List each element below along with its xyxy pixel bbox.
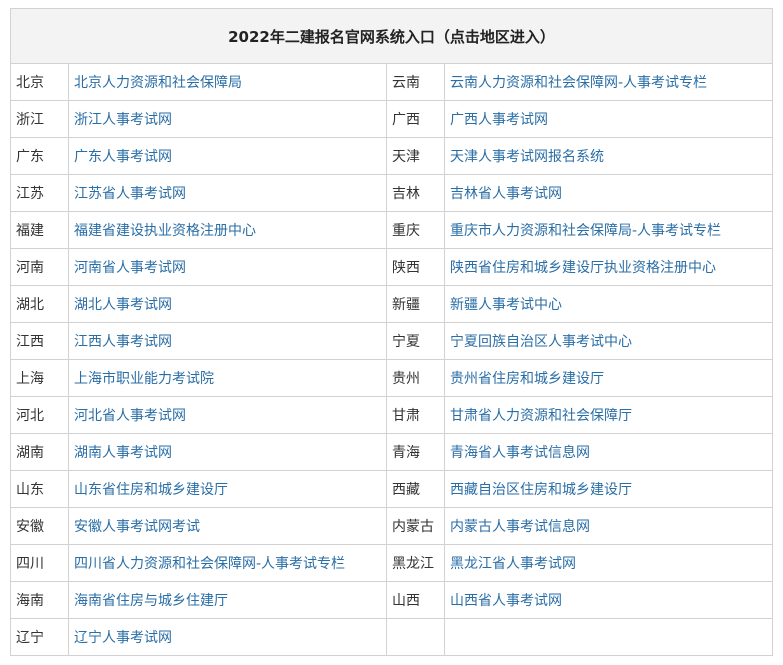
region-link[interactable]: 山西省人事考试网 [443, 581, 774, 619]
region-link[interactable]: 贵州省住房和城乡建设厅 [443, 359, 774, 397]
region-name-cell: 陕西 [386, 248, 445, 286]
table-row: 四川 四川省人力资源和社会保障网-人事考试专栏 黑龙江 黑龙江省人事考试网 [10, 544, 774, 582]
region-link[interactable]: 重庆市人力资源和社会保障局-人事考试专栏 [443, 211, 774, 249]
empty-cell [386, 618, 445, 656]
region-name-cell: 青海 [386, 433, 445, 471]
region-name-cell: 河北 [10, 396, 69, 434]
region-link[interactable]: 山东省住房和城乡建设厅 [68, 470, 387, 508]
region-link[interactable]: 上海市职业能力考试院 [68, 359, 387, 397]
region-link[interactable]: 广东人事考试网 [68, 137, 387, 175]
region-link[interactable]: 河北省人事考试网 [68, 396, 387, 434]
region-link[interactable]: 青海省人事考试信息网 [443, 433, 774, 471]
region-name-cell: 安徽 [10, 507, 69, 545]
region-name-cell: 重庆 [386, 211, 445, 249]
table-row: 海南 海南省住房与城乡住建厅 山西 山西省人事考试网 [10, 581, 774, 619]
region-link[interactable]: 河南省人事考试网 [68, 248, 387, 286]
region-name-cell: 广西 [386, 100, 445, 138]
region-name-cell: 广东 [10, 137, 69, 175]
region-link[interactable]: 湖南人事考试网 [68, 433, 387, 471]
table-row: 河北 河北省人事考试网 甘肃 甘肃省人力资源和社会保障厅 [10, 396, 774, 434]
table-row: 湖北 湖北人事考试网 新疆 新疆人事考试中心 [10, 285, 774, 323]
region-name-cell: 吉林 [386, 174, 445, 212]
table-row: 浙江 浙江人事考试网 广西 广西人事考试网 [10, 100, 774, 138]
region-link[interactable]: 四川省人力资源和社会保障网-人事考试专栏 [68, 544, 387, 582]
region-link[interactable]: 天津人事考试网报名系统 [443, 137, 774, 175]
region-name-cell: 辽宁 [10, 618, 69, 656]
region-link[interactable]: 云南人力资源和社会保障网-人事考试专栏 [443, 63, 774, 101]
table-row: 北京 北京人力资源和社会保障局 云南 云南人力资源和社会保障网-人事考试专栏 [10, 63, 774, 101]
region-link[interactable]: 福建省建设执业资格注册中心 [68, 211, 387, 249]
region-name-cell: 江苏 [10, 174, 69, 212]
region-name-cell: 内蒙古 [386, 507, 445, 545]
region-name-cell: 天津 [386, 137, 445, 175]
table-row: 江苏 江苏省人事考试网 吉林 吉林省人事考试网 [10, 174, 774, 212]
region-name-cell: 湖北 [10, 285, 69, 323]
table-row: 湖南 湖南人事考试网 青海 青海省人事考试信息网 [10, 433, 774, 471]
region-name-cell: 贵州 [386, 359, 445, 397]
region-name-cell: 山西 [386, 581, 445, 619]
region-link[interactable]: 北京人力资源和社会保障局 [68, 63, 387, 101]
table-header-row: 2022年二建报名官网系统入口（点击地区进入） [9, 8, 774, 64]
table-row: 江西 江西人事考试网 宁夏 宁夏回族自治区人事考试中心 [10, 322, 774, 360]
region-link[interactable]: 江苏省人事考试网 [68, 174, 387, 212]
region-link[interactable]: 内蒙古人事考试信息网 [443, 507, 774, 545]
region-name-cell: 湖南 [10, 433, 69, 471]
region-link[interactable]: 新疆人事考试中心 [443, 285, 774, 323]
region-name-cell: 黑龙江 [386, 544, 445, 582]
region-name-cell: 福建 [10, 211, 69, 249]
region-link[interactable]: 黑龙江省人事考试网 [443, 544, 774, 582]
region-link[interactable]: 辽宁人事考试网 [68, 618, 387, 656]
empty-cell [443, 618, 774, 656]
region-name-cell: 西藏 [386, 470, 445, 508]
table-title: 2022年二建报名官网系统入口（点击地区进入） [9, 8, 774, 64]
region-name-cell: 浙江 [10, 100, 69, 138]
table-row: 广东 广东人事考试网 天津 天津人事考试网报名系统 [10, 137, 774, 175]
table-row: 上海 上海市职业能力考试院 贵州 贵州省住房和城乡建设厅 [10, 359, 774, 397]
table-row: 安徽 安徽人事考试网考试 内蒙古 内蒙古人事考试信息网 [10, 507, 774, 545]
region-link[interactable]: 广西人事考试网 [443, 100, 774, 138]
region-link[interactable]: 浙江人事考试网 [68, 100, 387, 138]
region-link[interactable]: 吉林省人事考试网 [443, 174, 774, 212]
table-row: 河南 河南省人事考试网 陕西 陕西省住房和城乡建设厅执业资格注册中心 [10, 248, 774, 286]
region-name-cell: 宁夏 [386, 322, 445, 360]
table-row: 山东 山东省住房和城乡建设厅 西藏 西藏自治区住房和城乡建设厅 [10, 470, 774, 508]
registration-entry-table: 2022年二建报名官网系统入口（点击地区进入） 北京 北京人力资源和社会保障局 云南… [9, 8, 774, 656]
table-row: 辽宁 辽宁人事考试网 [10, 618, 774, 656]
table-body: 北京 北京人力资源和社会保障局 云南 云南人力资源和社会保障网-人事考试专栏 浙江 浙江人… [10, 63, 774, 656]
region-link[interactable]: 海南省住房与城乡住建厅 [68, 581, 387, 619]
region-link[interactable]: 安徽人事考试网考试 [68, 507, 387, 545]
region-link[interactable]: 宁夏回族自治区人事考试中心 [443, 322, 774, 360]
region-name-cell: 云南 [386, 63, 445, 101]
region-link[interactable]: 甘肃省人力资源和社会保障厅 [443, 396, 774, 434]
table-row: 福建 福建省建设执业资格注册中心 重庆 重庆市人力资源和社会保障局-人事考试专栏 [10, 211, 774, 249]
region-name-cell: 四川 [10, 544, 69, 582]
region-link[interactable]: 陕西省住房和城乡建设厅执业资格注册中心 [443, 248, 774, 286]
region-name-cell: 河南 [10, 248, 69, 286]
region-link[interactable]: 西藏自治区住房和城乡建设厅 [443, 470, 774, 508]
region-name-cell: 江西 [10, 322, 69, 360]
page: 2022年二建报名官网系统入口（点击地区进入） 北京 北京人力资源和社会保障局 云南… [0, 0, 783, 665]
region-link[interactable]: 湖北人事考试网 [68, 285, 387, 323]
region-link[interactable]: 江西人事考试网 [68, 322, 387, 360]
region-name-cell: 上海 [10, 359, 69, 397]
region-name-cell: 甘肃 [386, 396, 445, 434]
region-name-cell: 山东 [10, 470, 69, 508]
region-name-cell: 北京 [10, 63, 69, 101]
region-name-cell: 新疆 [386, 285, 445, 323]
region-name-cell: 海南 [10, 581, 69, 619]
